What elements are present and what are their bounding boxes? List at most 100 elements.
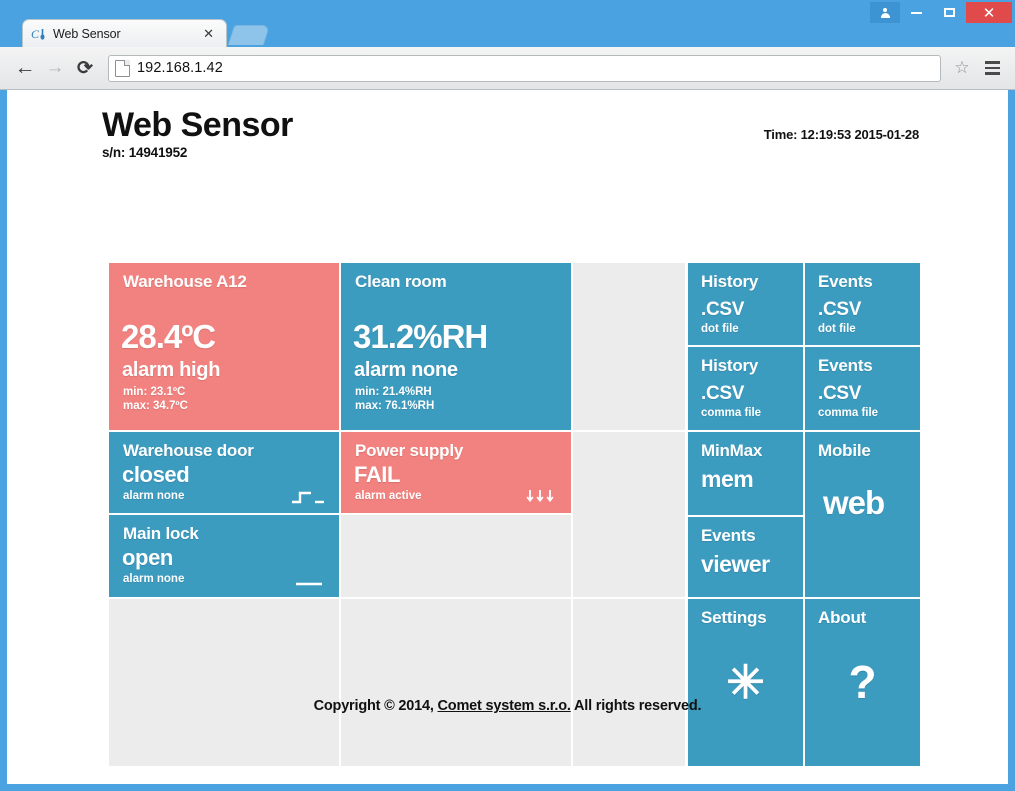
input-state: open	[122, 545, 173, 570]
page-footer: Copyright © 2014, Comet system s.r.o. Al…	[7, 698, 1008, 714]
browser-window: ✕ C Web Sensor ✕ ← → ⟳ 192.168.1.42 ☆ We…	[0, 0, 1015, 791]
sensor-alarm-state: alarm high	[122, 359, 221, 381]
action-format: .CSV	[701, 383, 745, 404]
sensor-alarm-state: alarm none	[354, 359, 458, 381]
action-sub: viewer	[701, 551, 770, 577]
device-time: Time: 12:19:53 2015-01-28	[763, 127, 919, 142]
browser-toolbar: ← → ⟳ 192.168.1.42 ☆	[0, 47, 1015, 90]
empty-tile	[341, 599, 571, 766]
action-title: Events	[818, 272, 873, 291]
input-alarm-state: alarm none	[123, 573, 185, 585]
url-text: 192.168.1.42	[137, 60, 223, 76]
action-tile-mobile-web[interactable]: Mobile web	[805, 432, 920, 597]
action-tile-history-csv-dot[interactable]: History .CSV dot file	[688, 263, 803, 345]
action-tile-events-viewer[interactable]: Events viewer	[688, 517, 803, 597]
action-note: dot file	[818, 323, 856, 335]
action-format: .CSV	[818, 383, 862, 404]
action-title: Events	[701, 526, 756, 545]
hamburger-icon	[984, 61, 1000, 64]
action-format: .CSV	[818, 299, 862, 320]
input-alarm-state: alarm none	[123, 490, 185, 502]
vendor-link[interactable]: Comet system s.r.o.	[438, 698, 571, 714]
hamburger-icon	[984, 72, 1000, 75]
sensor-value: 31.2%RH	[353, 318, 488, 355]
sensor-value: 28.4ºC	[121, 318, 216, 355]
sensor-minmax: min: 23.1ºC max: 34.7ºC	[123, 385, 188, 413]
binary-tile-main-lock[interactable]: Main lock open alarm none	[109, 515, 339, 597]
sensor-max: max: 34.7ºC	[123, 400, 188, 412]
input-name: Warehouse door	[123, 441, 254, 460]
copyright-prefix: Copyright © 2014,	[313, 698, 438, 714]
hamburger-icon	[984, 66, 1000, 70]
binary-tile-power-supply[interactable]: Power supply FAIL alarm active	[341, 432, 571, 513]
copyright-suffix: All rights reserved.	[570, 698, 702, 714]
action-tile-about[interactable]: About ?	[805, 599, 920, 766]
action-tile-minmax-mem[interactable]: MinMax mem	[688, 432, 803, 515]
empty-tile	[573, 432, 685, 597]
star-icon: ☆	[954, 58, 970, 77]
page-viewport: Web Sensor s/n: 14941952 Time: 12:19:53 …	[7, 90, 1008, 784]
action-title: MinMax	[701, 441, 763, 460]
input-name: Power supply	[355, 441, 464, 460]
action-title: About	[818, 608, 867, 627]
action-title: History	[701, 356, 759, 375]
action-note: comma file	[701, 407, 762, 419]
input-name: Main lock	[123, 524, 199, 543]
back-arrow-icon: ←	[14, 56, 36, 79]
tab-strip: C Web Sensor ✕	[0, 17, 1015, 47]
forward-arrow-icon: →	[45, 57, 65, 78]
empty-tile	[341, 515, 571, 597]
reload-icon: ⟳	[77, 57, 93, 79]
tab-web-sensor[interactable]: C Web Sensor ✕	[22, 19, 227, 47]
comet-drop-icon: C	[31, 26, 47, 42]
page-document-icon	[115, 59, 130, 77]
sensor-name: Warehouse A12	[123, 272, 247, 291]
browser-menu-button[interactable]	[979, 55, 1005, 81]
address-bar[interactable]: 192.168.1.42	[108, 54, 941, 82]
three-down-arrows-icon	[523, 489, 557, 505]
action-tile-events-csv-comma[interactable]: Events .CSV comma file	[805, 347, 920, 430]
sensor-name: Clean room	[355, 272, 447, 291]
page-header: Web Sensor s/n: 14941952 Time: 12:19:53 …	[102, 108, 922, 170]
action-tile-history-csv-comma[interactable]: History .CSV comma file	[688, 347, 803, 430]
tab-close-icon[interactable]: ✕	[199, 27, 218, 40]
action-format: .CSV	[701, 299, 745, 320]
serial-number: s/n: 14941952	[102, 145, 188, 160]
action-sub: mem	[701, 466, 754, 492]
tab-title: Web Sensor	[53, 26, 121, 41]
bookmark-button[interactable]: ☆	[949, 55, 975, 81]
action-tile-settings[interactable]: Settings ✳	[688, 599, 803, 766]
action-title: Events	[818, 356, 873, 375]
new-tab-button[interactable]	[227, 25, 271, 45]
rising-edge-waveform-icon	[291, 489, 325, 505]
action-title: History	[701, 272, 759, 291]
back-button[interactable]: ←	[10, 53, 40, 83]
empty-tile	[109, 599, 339, 766]
empty-tile	[573, 263, 685, 430]
sensor-min: min: 21.4%RH	[355, 386, 432, 398]
sensor-tile-warehouse-a12[interactable]: Warehouse A12 28.4ºC alarm high min: 23.…	[109, 263, 339, 430]
action-note: comma file	[818, 407, 879, 419]
reload-button[interactable]: ⟳	[70, 53, 100, 83]
steady-level-line-icon	[291, 573, 325, 589]
minimize-icon	[911, 11, 922, 14]
empty-tile	[573, 599, 685, 766]
input-state: closed	[122, 462, 190, 487]
action-note: dot file	[701, 323, 739, 335]
input-alarm-state: alarm active	[355, 490, 422, 502]
action-tile-events-csv-dot[interactable]: Events .CSV dot file	[805, 263, 920, 345]
sensor-tile-clean-room[interactable]: Clean room 31.2%RH alarm none min: 21.4%…	[341, 263, 571, 430]
sensor-max: max: 76.1%RH	[355, 400, 435, 412]
binary-tile-warehouse-door[interactable]: Warehouse door closed alarm none	[109, 432, 339, 513]
tile-grid: Warehouse A12 28.4ºC alarm high min: 23.…	[103, 170, 921, 766]
action-title: Mobile	[818, 441, 871, 460]
maximize-icon	[944, 8, 955, 17]
forward-button[interactable]: →	[40, 53, 70, 83]
svg-text:C: C	[31, 27, 40, 41]
user-icon	[880, 8, 890, 18]
input-state: FAIL	[354, 462, 401, 487]
sensor-minmax: min: 21.4%RH max: 76.1%RH	[355, 385, 434, 413]
sensor-min: min: 23.1ºC	[123, 386, 186, 398]
action-title: Settings	[701, 608, 767, 627]
action-sub: web	[823, 484, 885, 521]
